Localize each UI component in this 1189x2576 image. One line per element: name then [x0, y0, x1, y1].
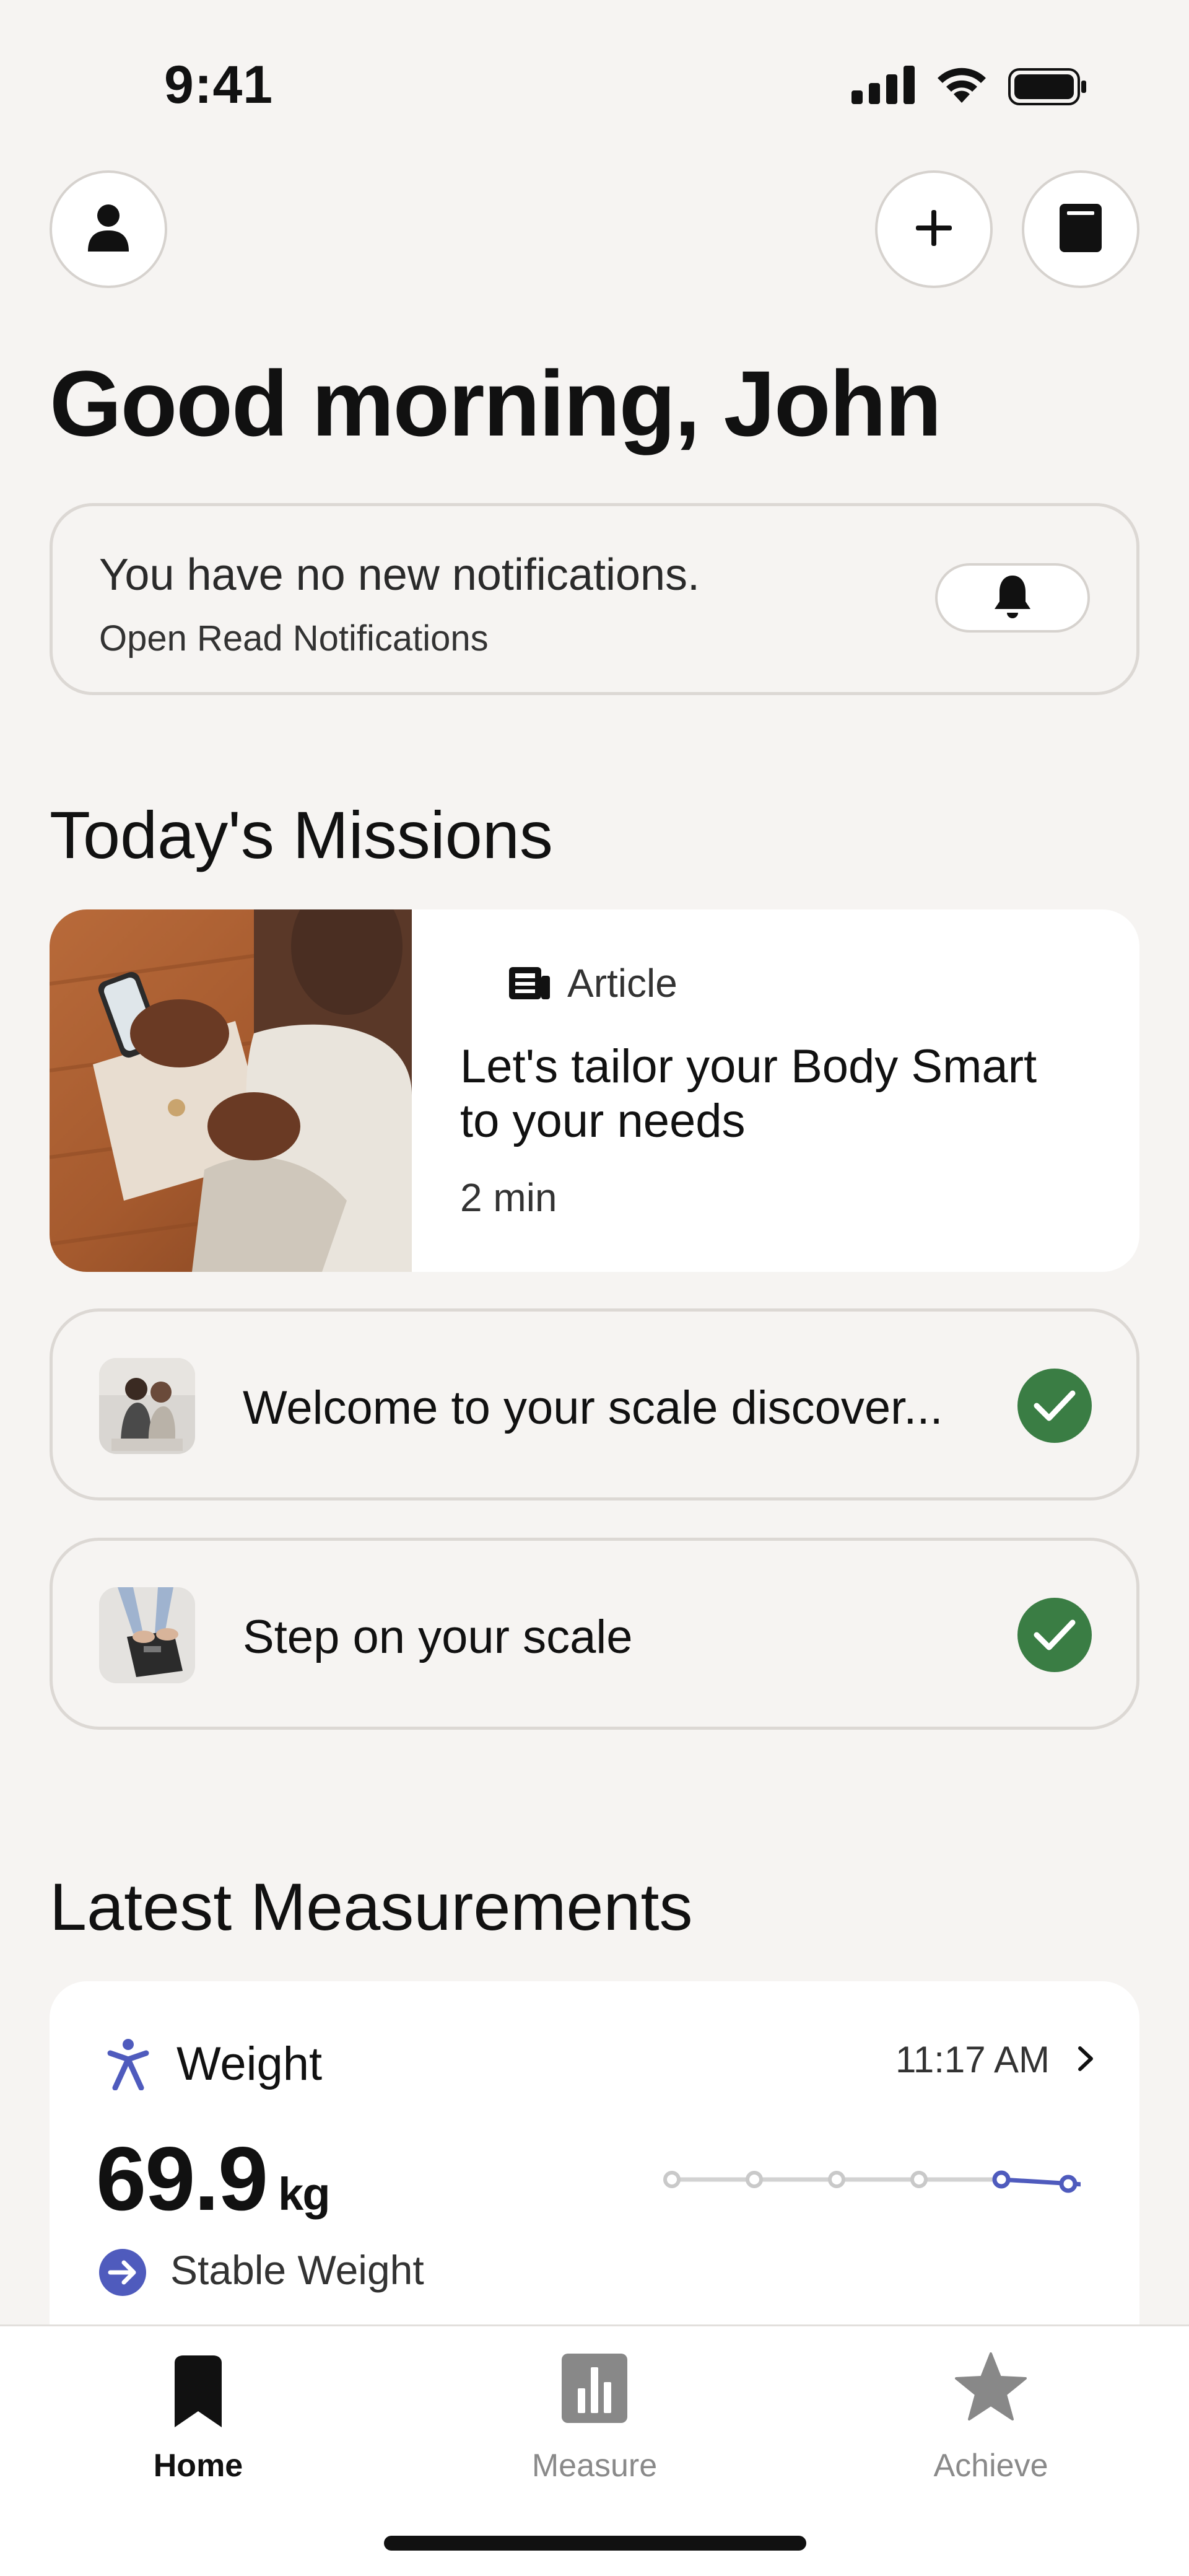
mission-item[interactable]: Step on your scale: [50, 1538, 1139, 1730]
mission-label: Step on your scale: [243, 1611, 633, 1663]
weight-trend-sparkline: [660, 2167, 1084, 2207]
weight-value: 69.9: [96, 2128, 268, 2229]
battery-icon: [1008, 68, 1089, 108]
mission-thumbnail: [99, 1358, 195, 1454]
article-type-text: Article: [567, 961, 677, 1005]
tab-achieve-label: Achieve: [933, 2448, 1048, 2484]
profile-button[interactable]: [50, 170, 167, 288]
open-read-notifications-link[interactable]: Open Read Notifications: [99, 618, 489, 659]
arrow-right-circle-icon: [98, 2248, 147, 2300]
plus-icon: [915, 209, 953, 250]
article-image: [50, 909, 412, 1272]
newspaper-icon: [508, 965, 551, 1002]
notifications-title: You have no new notifications.: [99, 550, 700, 600]
missions-section-title: Today's Missions: [50, 797, 553, 872]
status-time: 9:41: [164, 55, 274, 115]
article-mission-card[interactable]: Article Let's tailor your Body Smart to …: [50, 909, 1139, 1272]
mission-thumbnail: [99, 1587, 195, 1683]
article-duration: 2 min: [460, 1175, 557, 1220]
tab-home[interactable]: Home: [0, 2326, 396, 2512]
notifications-bell-button[interactable]: [935, 563, 1090, 633]
weight-unit: kg: [278, 2168, 330, 2220]
completed-check-icon: [1017, 1369, 1092, 1443]
home-indicator: [384, 2536, 806, 2551]
person-icon: [87, 203, 130, 256]
wifi-icon: [934, 64, 990, 108]
measurements-section-title: Latest Measurements: [50, 1869, 693, 1944]
weight-person-icon: [107, 2038, 150, 2093]
bell-icon: [993, 573, 1032, 623]
mission-label: Welcome to your scale discover...: [243, 1382, 943, 1434]
notifications-card[interactable]: You have no new notifications. Open Read…: [50, 503, 1139, 695]
tab-achieve[interactable]: Achieve: [793, 2326, 1189, 2512]
add-button[interactable]: [875, 170, 993, 288]
article-type-label: Article: [508, 960, 677, 1006]
completed-check-icon: [1017, 1598, 1092, 1672]
bookmark-icon: [168, 2354, 228, 2432]
weight-trend-label: Stable Weight: [170, 2247, 424, 2293]
journal-button[interactable]: [1022, 170, 1139, 288]
tab-measure[interactable]: Measure: [396, 2326, 793, 2512]
bar-chart-icon: [560, 2352, 629, 2427]
article-title: Let's tailor your Body Smart to your nee…: [460, 1040, 1037, 1147]
weight-value-row: 69.9 kg: [96, 2127, 331, 2231]
tab-measure-label: Measure: [531, 2448, 658, 2484]
greeting-title: Good morning, John: [50, 351, 942, 455]
star-icon: [955, 2352, 1027, 2425]
tab-home-label: Home: [153, 2448, 243, 2484]
weight-timestamp: 11:17 AM: [895, 2039, 1050, 2080]
weight-label: Weight: [176, 2038, 323, 2090]
chevron-right-icon[interactable]: [1076, 2044, 1095, 2076]
mission-item[interactable]: Welcome to your scale discover...: [50, 1308, 1139, 1500]
book-icon: [1058, 203, 1103, 256]
signal-icon: [851, 66, 917, 107]
